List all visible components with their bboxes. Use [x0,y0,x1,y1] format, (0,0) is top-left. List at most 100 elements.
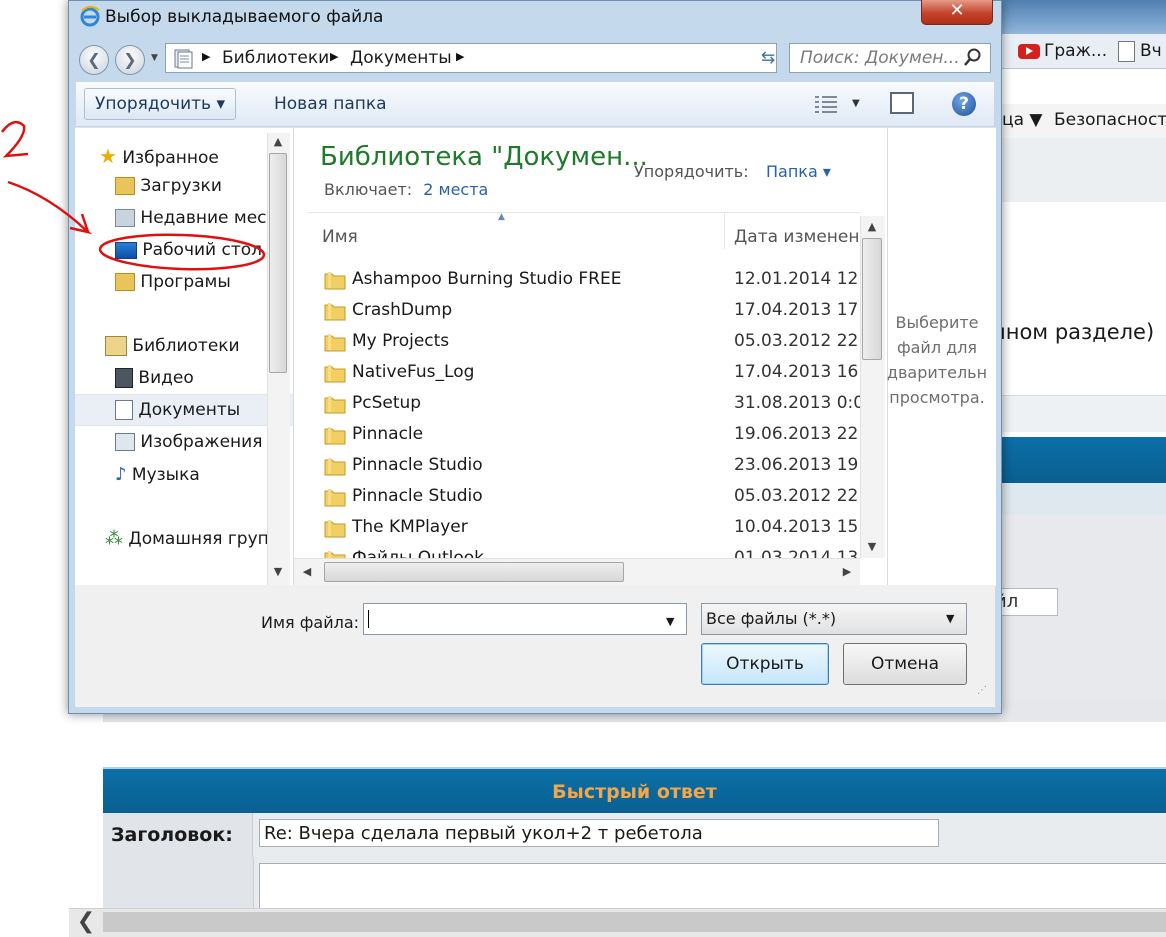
page-form-area [990,515,1166,720]
nav-item-libraries[interactable]: Библиотеки [105,336,240,356]
file-name: The KMPlayer [352,517,468,537]
history-dropdown-icon[interactable]: ▼ [151,53,158,63]
nav-item-images[interactable]: Изображения [115,432,262,452]
breadcrumb-libraries[interactable]: Библиотеки [222,48,329,68]
filename-input[interactable]: ▼ [363,603,687,635]
nav-item-music[interactable]: ♪ Музыка [115,464,200,485]
file-name: Pinnacle Studio [352,455,483,475]
browser-tab-document[interactable]: Вч [1118,38,1162,64]
column-divider[interactable] [724,213,725,249]
resize-grip-icon[interactable]: ⋰ [977,685,987,696]
breadcrumb-separator-icon[interactable]: ▶ [456,50,464,63]
tab-label: Вч [1140,41,1162,61]
scroll-up-icon[interactable]: ▲ [862,220,882,233]
scroll-down-icon[interactable]: ▼ [269,565,287,578]
file-name: Pinnacle Studio [352,486,483,506]
message-textarea[interactable] [259,863,1166,913]
scroll-right-icon[interactable]: ▶ [840,565,854,578]
file-date: 17.04.2013 17:4 [734,300,860,320]
page-blue-header [990,437,1166,483]
homegroup-icon: ⁂ [105,528,123,549]
nav-label: Изображения [140,432,263,452]
preview-line: файл для [896,338,978,357]
file-date: 23.06.2013 19:3 [734,455,860,475]
preview-placeholder: Выберите файл для дварительн просмотра. [878,310,996,410]
section-text: нном разделе) [992,320,1155,344]
libraries-icon [174,49,193,69]
forward-button[interactable]: ❯ [115,45,145,75]
preview-pane-icon[interactable] [890,92,914,114]
file-row[interactable]: CrashDump 17.04.2013 17:4 [308,297,860,328]
address-bar[interactable]: ▶ Библиотеки ▶ Документы ▶ ▼ [165,43,838,73]
dialog-footer: Имя файла: ▼ Все файлы (*.*) ▼ Открыть О… [75,585,995,707]
file-row[interactable]: My Projects 05.03.2012 22:0 [308,328,860,359]
message-label-cell [103,857,254,911]
file-row[interactable]: Pinnacle Studio 05.03.2012 22:0 [308,483,860,514]
file-row[interactable]: Pinnacle 19.06.2013 22:2 [308,421,860,452]
scroll-left-arrow-icon[interactable]: ❮ [71,910,101,934]
nav-item-documents[interactable]: Документы [75,394,299,426]
arrange-by-dropdown[interactable]: Папка ▾ [766,162,831,181]
nav-label: Музыка [131,465,200,485]
file-name: Ashampoo Burning Studio FREE [352,269,622,289]
file-date: 31.08.2013 0:02 [734,393,860,413]
file-row[interactable]: PcSetup 31.08.2013 0:02 [308,390,860,421]
file-list-pane: Библиотека "Докумен... Включает: 2 места… [293,127,888,587]
file-name: NativeFus_Log [352,362,475,382]
preview-line: Выберите [895,313,979,332]
navigation-scroll-thumb[interactable] [269,153,287,373]
open-button[interactable]: Открыть [701,643,829,685]
nav-item-video[interactable]: Видео [115,368,194,388]
file-row[interactable]: Файлы Outlook 01.03.2014 13:2 [308,545,860,558]
menu-security[interactable]: Безопасность [1054,110,1166,130]
scroll-down-icon[interactable]: ▼ [862,540,882,553]
nav-item-homegroup[interactable]: ⁂ Домашняя груп [105,528,269,549]
breadcrumb-separator-icon[interactable]: ▶ [202,50,210,63]
breadcrumb-separator-icon[interactable]: ▶ [330,50,338,63]
file-date: 19.06.2013 22:2 [734,424,860,444]
view-options-icon[interactable] [814,94,838,114]
tab-label: Граж... [1044,41,1108,61]
breadcrumb-documents[interactable]: Документы [350,48,452,68]
file-row[interactable]: Ashampoo Burning Studio FREE 12.01.2014 … [308,266,860,297]
scroll-up-icon[interactable]: ▲ [269,135,287,148]
file-date: 10.04.2013 15:3 [734,517,860,537]
file-list-hscroll-thumb[interactable] [324,562,624,582]
nav-label: Библиотеки [132,336,240,356]
dialog-titlebar[interactable]: Выбор выкладываемого файла ✕ [69,0,1001,33]
file-name: CrashDump [352,300,453,320]
search-icon[interactable] [963,47,983,67]
file-row[interactable]: The KMPlayer 10.04.2013 15:3 [308,514,860,545]
title-label: Заголовок: [103,813,253,857]
cancel-button[interactable]: Отмена [843,643,967,685]
file-type-dropdown-icon[interactable]: ▼ [946,604,954,634]
scroll-left-icon[interactable]: ◀ [300,565,314,578]
help-icon[interactable]: ? [952,92,976,116]
arrange-label: Упорядочить: [634,162,749,181]
title-input[interactable]: Re: Вчера сделала первый укол+2 т ребето… [259,819,939,847]
file-row[interactable]: Pinnacle Studio 23.06.2013 19:3 [308,452,860,483]
libraries-icon [105,336,127,356]
search-input[interactable]: Поиск: Докумен... [789,43,991,73]
page-bar [990,395,1166,432]
column-date-header[interactable]: Дата изменения [734,227,881,247]
page-scroll-thumb[interactable] [103,912,1166,932]
column-name-header[interactable]: Имя [322,227,358,247]
video-icon [115,368,133,388]
page-light-row [990,483,1166,515]
browser-tab-youtube[interactable]: Граж... [1018,38,1107,64]
file-row[interactable]: NativeFus_Log 17.04.2013 16:5 [308,359,860,390]
close-button[interactable]: ✕ [921,0,993,25]
filename-dropdown-icon[interactable]: ▼ [666,615,674,628]
file-name: PcSetup [352,393,422,413]
folder-icon [324,301,346,321]
view-dropdown-icon[interactable]: ▼ [852,98,860,109]
red-annotation [1,120,266,271]
back-button[interactable]: ❮ [79,45,109,75]
folder-icon [324,394,346,414]
menu-page[interactable]: ца ▼ [1002,110,1042,130]
refresh-icon[interactable]: ⇆ [753,43,783,73]
new-folder-button[interactable]: Новая папка [274,94,387,114]
file-type-select[interactable]: Все файлы (*.*) ▼ [701,603,967,635]
includes-locations-link[interactable]: 2 места [423,180,488,199]
